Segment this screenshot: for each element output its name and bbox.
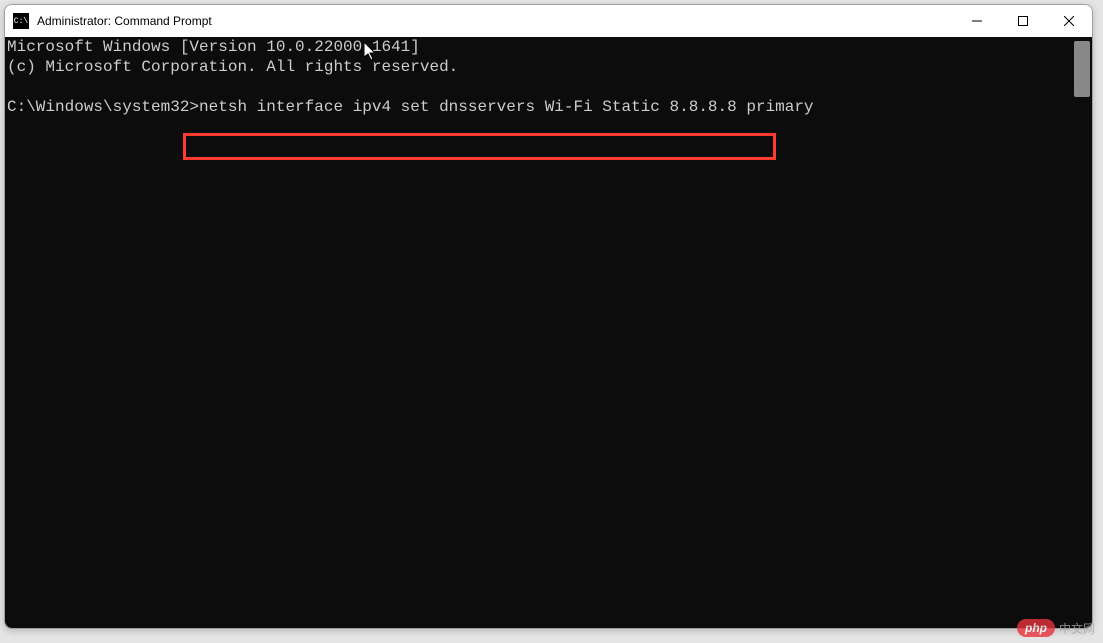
maximize-button[interactable] (1000, 5, 1046, 37)
cmd-icon: C:\ (13, 13, 29, 29)
command-prompt-window: C:\ Administrator: Command Prompt Micros… (4, 4, 1093, 629)
close-button[interactable] (1046, 5, 1092, 37)
window-title: Administrator: Command Prompt (37, 14, 954, 28)
scrollbar[interactable] (1074, 41, 1090, 97)
console-output: Microsoft Windows [Version 10.0.22000.16… (5, 37, 1092, 117)
command-input[interactable]: netsh interface ipv4 set dnsservers Wi-F… (199, 98, 814, 116)
console-area[interactable]: Microsoft Windows [Version 10.0.22000.16… (5, 37, 1092, 628)
annotation-highlight-box (183, 133, 776, 160)
watermark: php 中文网 (1017, 619, 1095, 637)
prompt-path: C:\Windows\system32> (7, 98, 199, 116)
copyright-line: (c) Microsoft Corporation. All rights re… (7, 58, 458, 76)
minimize-button[interactable] (954, 5, 1000, 37)
watermark-text: 中文网 (1059, 620, 1095, 637)
watermark-badge: php (1017, 619, 1055, 637)
titlebar[interactable]: C:\ Administrator: Command Prompt (5, 5, 1092, 37)
window-controls (954, 5, 1092, 37)
version-line: Microsoft Windows [Version 10.0.22000.16… (7, 38, 420, 56)
